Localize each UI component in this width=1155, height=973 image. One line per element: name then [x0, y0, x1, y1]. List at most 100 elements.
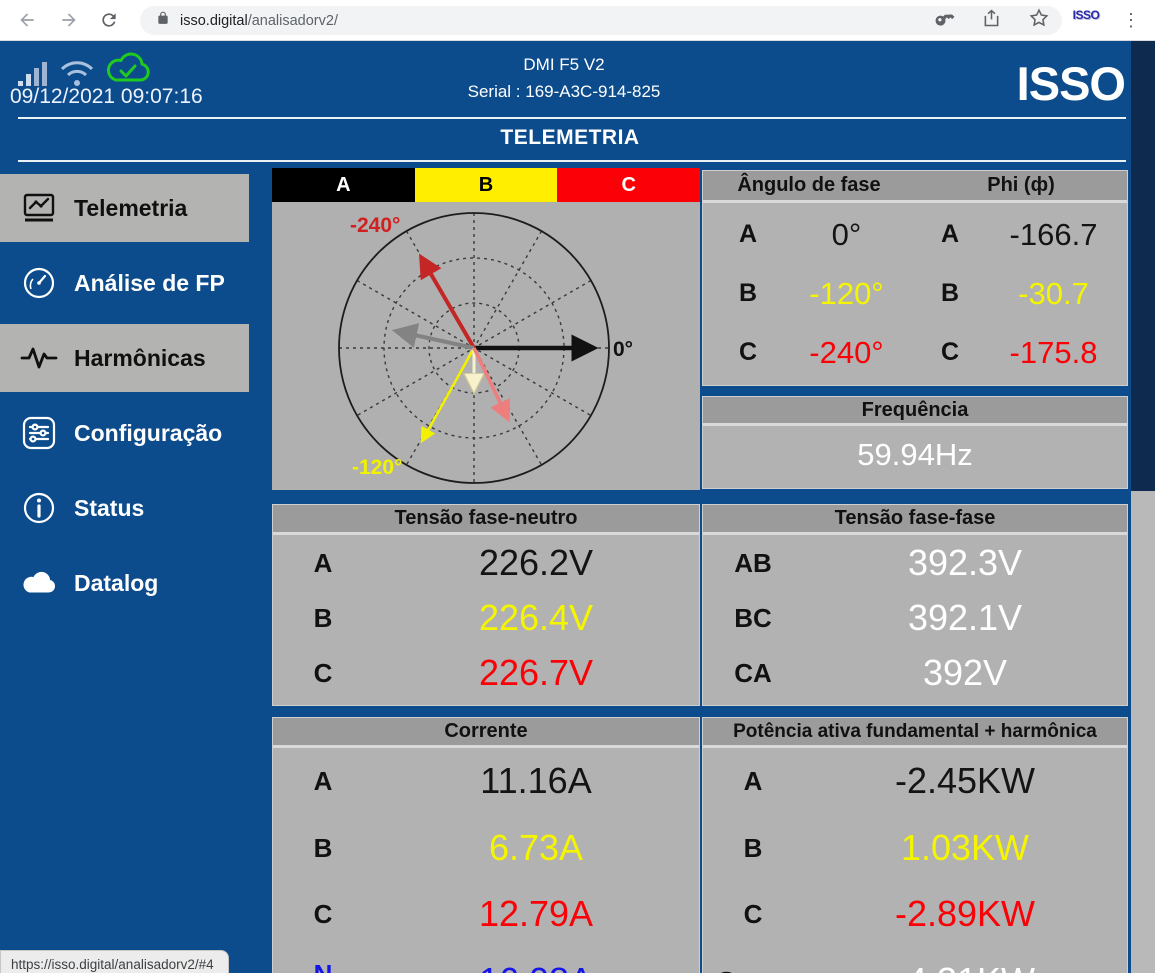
page-scrollbar[interactable] — [1131, 41, 1155, 973]
row-label: B — [703, 835, 803, 861]
row-label: B — [910, 279, 990, 308]
voltage-ab: 392.3V — [803, 542, 1127, 584]
power-a: -2.45KW — [803, 760, 1127, 802]
url-text: isso.digital/analisadorv2/ — [180, 13, 338, 29]
reload-button[interactable] — [95, 6, 123, 34]
legend-phase-a: A — [272, 168, 415, 202]
angle-value-c: -240° — [783, 335, 910, 371]
current-panel: Corrente A11.16A B6.73A C12.79A NCalcula… — [272, 717, 700, 973]
sidebar-item-analise-fp[interactable]: Análise de FP — [0, 249, 249, 317]
frequency-panel: Frequência 59.94Hz — [702, 396, 1128, 489]
header-divider-bottom — [18, 160, 1126, 162]
row-label: B — [713, 279, 783, 308]
power-panel: Potência ativa fundamental + harmônica A… — [702, 717, 1128, 973]
phasor-label-zero: 0° — [613, 338, 633, 361]
voltage-ln-title: Tensão fase-neutro — [273, 505, 699, 535]
sliders-icon — [20, 414, 58, 452]
sidebar-item-label: Status — [74, 495, 144, 522]
table-row: A 0° A -166.7 — [713, 205, 1117, 264]
current-c: 12.79A — [373, 893, 699, 935]
row-label: C — [273, 660, 373, 686]
angle-value-b: -120° — [783, 276, 910, 312]
cloud-icon — [20, 564, 58, 602]
browser-menu-icon[interactable]: ⋮ — [1118, 5, 1144, 35]
row-label: AB — [703, 550, 803, 576]
table-row: A226.2V — [273, 535, 699, 590]
phasor-legend: A B C — [272, 168, 700, 202]
table-row: B226.4V — [273, 590, 699, 645]
row-label: C — [713, 338, 783, 367]
phi-value-b: -30.7 — [990, 276, 1117, 312]
row-label: B — [273, 605, 373, 631]
phase-angle-panel: Ângulo de fase Phi (ф) A 0° A -166.7 B -… — [702, 170, 1128, 386]
scrollbar-thumb[interactable] — [1131, 41, 1155, 491]
info-icon — [20, 489, 58, 527]
isso-extension-icon[interactable]: ISSO — [1066, 8, 1106, 22]
voltage-ln-panel: Tensão fase-neutro A226.2V B226.4V C226.… — [272, 504, 700, 706]
frequency-value: 59.94Hz — [703, 426, 1127, 484]
phasor-label-minus240: -240° — [350, 214, 400, 237]
table-row: B1.03KW — [703, 815, 1127, 882]
table-row: NCalculado 16.08A — [273, 948, 699, 973]
table-row: AB392.3V — [703, 535, 1127, 590]
power-sum: -4.31KW — [803, 960, 1127, 973]
voltage-ca: 392V — [803, 652, 1127, 694]
current-b: 6.73A — [373, 827, 699, 869]
table-row: A-2.45KW — [703, 748, 1127, 815]
phasor-panel: A B C — [272, 168, 700, 490]
sidebar-item-label: Datalog — [74, 570, 158, 597]
password-key-icon[interactable] — [933, 7, 955, 34]
back-button[interactable] — [13, 6, 41, 34]
row-label: A — [273, 550, 373, 576]
browser-toolbar: isso.digital/analisadorv2/ ISSO ⋮ — [0, 0, 1155, 41]
gauge-icon — [20, 264, 58, 302]
phi-value-a: -166.7 — [990, 217, 1117, 253]
share-icon[interactable] — [981, 8, 1002, 34]
row-label: B — [273, 835, 373, 861]
row-label: BC — [703, 605, 803, 631]
bookmark-star-icon[interactable] — [1028, 7, 1050, 34]
row-label: C — [703, 901, 803, 927]
frequency-title: Frequência — [703, 397, 1127, 426]
address-bar[interactable]: isso.digital/analisadorv2/ — [140, 6, 1062, 35]
phi-value-c: -175.8 — [990, 335, 1117, 371]
sidebar-item-harmonicas[interactable]: Harmônicas — [0, 324, 249, 392]
phasor-label-minus120: -120° — [352, 456, 402, 479]
sidebar-item-datalog[interactable]: Datalog — [0, 549, 249, 617]
phi-title: Phi (ф) — [915, 174, 1127, 197]
phasor-diagram: -240° -120° 0° — [272, 202, 698, 490]
row-label: C — [910, 338, 990, 367]
legend-phase-c: C — [557, 168, 700, 202]
voltage-ll-title: Tensão fase-fase — [703, 505, 1127, 535]
sidebar-item-status[interactable]: Status — [0, 474, 249, 542]
row-label: A — [713, 220, 783, 249]
sidebar-item-telemetria[interactable]: Telemetria — [0, 174, 249, 242]
sidebar-item-label: Harmônicas — [74, 345, 206, 372]
forward-button[interactable] — [55, 6, 83, 34]
voltage-c: 226.7V — [373, 652, 699, 694]
table-row: CA392V — [703, 646, 1127, 701]
voltage-b: 226.4V — [373, 597, 699, 639]
power-title: Potência ativa fundamental + harmônica — [703, 718, 1127, 748]
table-row: Soma-4.31KW — [703, 948, 1127, 973]
telemetry-page: 09/12/2021 09:07:16 DMI F5 V2 Serial : 1… — [0, 41, 1155, 973]
table-row: B -120° B -30.7 — [713, 264, 1117, 323]
phase-angle-title: Ângulo de fase — [703, 174, 915, 197]
sidebar-item-label: Telemetria — [74, 195, 187, 222]
row-label: NCalculado — [273, 961, 373, 973]
device-info: DMI F5 V2 Serial : 169-A3C-914-825 — [0, 55, 1128, 102]
device-name: DMI F5 V2 — [0, 55, 1128, 75]
current-title: Corrente — [273, 718, 699, 748]
table-row: C-2.89KW — [703, 881, 1127, 948]
url-domain: isso.digital — [180, 13, 248, 29]
sidebar-item-configuracao[interactable]: Configuração — [0, 399, 249, 467]
table-row: BC392.1V — [703, 590, 1127, 645]
current-n: 16.08A — [373, 960, 699, 973]
table-row: C226.7V — [273, 646, 699, 701]
neutral-label: N — [314, 959, 333, 973]
angle-value-a: 0° — [783, 217, 910, 253]
table-row: C12.79A — [273, 881, 699, 948]
lock-icon — [156, 10, 170, 31]
table-row: B6.73A — [273, 815, 699, 882]
power-b: 1.03KW — [803, 827, 1127, 869]
